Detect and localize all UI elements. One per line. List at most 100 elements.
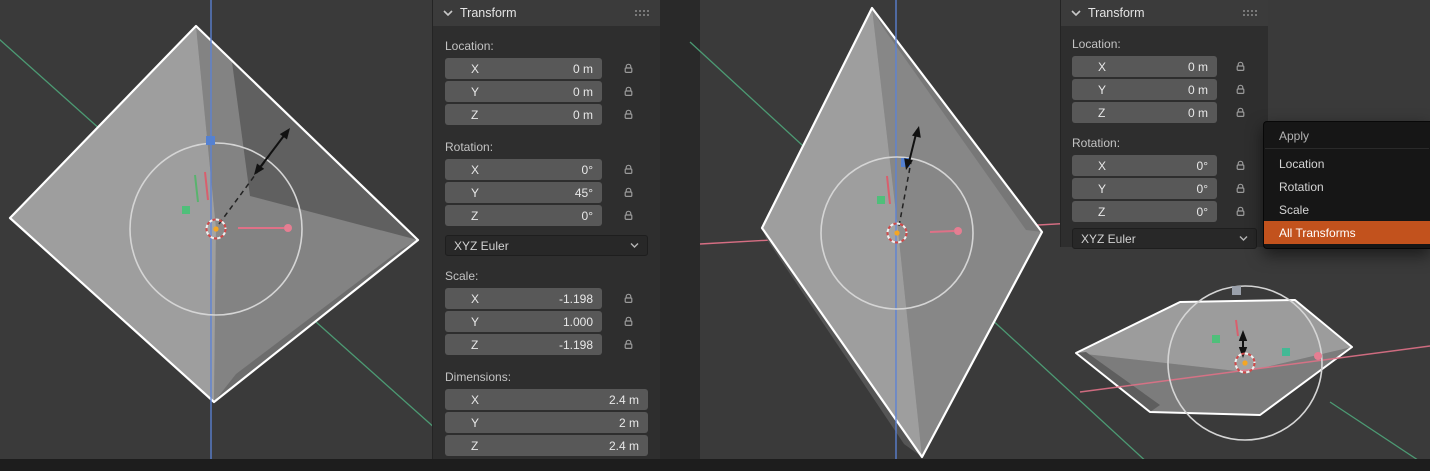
field-dimensions-y[interactable]: Y 2 m [445,412,648,433]
menu-item-rotation[interactable]: Rotation [1264,175,1430,198]
field-axis-label: X [471,61,480,76]
lock-icon[interactable] [623,288,634,309]
field-scale-y[interactable]: Y 1.000 [445,311,602,332]
field-value: 1.000 [562,314,593,329]
lock-icon[interactable] [1235,178,1246,199]
lock-icon[interactable] [623,58,634,79]
field-dimensions-z[interactable]: Z 2.4 m [445,435,648,456]
section-label-dimensions: Dimensions: [445,370,512,384]
object-origin[interactable] [1234,352,1256,374]
plane-gizmo-handle[interactable] [1282,348,1290,356]
field-axis-label: Z [471,107,479,122]
field-rotation-z[interactable]: Z 0° [445,205,602,226]
field-rotation-x[interactable]: X 0° [445,159,602,180]
field-location-z[interactable]: Z 0 m [1072,102,1217,123]
transform-panel-header[interactable]: Transform [1061,0,1268,26]
chevron-down-icon [630,243,639,248]
lock-icon[interactable] [1235,155,1246,176]
x-axis-gizmo-handle[interactable] [284,224,292,232]
field-value: 0° [1196,204,1208,219]
section-label-rotation: Rotation: [445,140,494,154]
y-plane-gizmo-handle[interactable] [182,206,190,214]
field-value: 2.4 m [608,392,639,407]
field-axis-label: Y [471,84,480,99]
dimensions-fields: X 2.4 m Y 2 m Z 2.4 m [445,389,648,458]
field-location-y[interactable]: Y 0 m [445,81,602,102]
section-label-scale: Scale: [445,269,479,283]
field-value: 45° [574,185,593,200]
editor-gap [660,0,700,471]
transform-panel-left: Transform Location: X 0 m Y 0 m Z 0 m Ro… [432,0,660,471]
x-axis-gizmo-handle[interactable] [1314,352,1322,360]
field-value: 0° [581,208,593,223]
z-axis-gizmo-handle[interactable] [1232,286,1241,295]
chevron-down-icon [1239,236,1248,241]
field-scale-x[interactable]: X -1.198 [445,288,602,309]
field-value: 0 m [1187,59,1208,74]
x-axis-gizmo-handle[interactable] [954,227,962,235]
transform-panel-header[interactable]: Transform [433,0,660,26]
panel-title: Transform [460,6,517,20]
field-location-x[interactable]: X 0 m [1072,56,1217,77]
field-location-z[interactable]: Z 0 m [445,104,602,125]
menu-item-scale[interactable]: Scale [1264,198,1430,221]
field-location-y[interactable]: Y 0 m [1072,79,1217,100]
field-axis-label: Y [1098,181,1107,196]
object-origin[interactable] [205,218,227,240]
z-axis-gizmo-handle[interactable] [206,136,215,145]
field-axis-label: X [1098,158,1107,173]
panel-body: Location: X 0 m Y 0 m Z 0 m Rotation: X … [1061,37,1268,249]
field-value: -1.198 [558,291,593,306]
object-origin[interactable] [886,222,908,244]
section-label-location: Location: [1072,37,1121,51]
chevron-down-icon [443,10,453,16]
rotation-mode-dropdown[interactable]: XYZ Euler [445,235,648,256]
lock-icon[interactable] [623,205,634,226]
lock-icon[interactable] [1235,56,1246,77]
field-value: 0° [1196,181,1208,196]
field-axis-label: X [471,291,480,306]
field-value: 0° [1196,158,1208,173]
field-location-x[interactable]: X 0 m [445,58,602,79]
lock-icon[interactable] [1235,102,1246,123]
rotation-mode-value: XYZ Euler [454,238,509,253]
y-plane-gizmo-handle[interactable] [877,196,885,204]
location-fields: X 0 m Y 0 m Z 0 m [1072,56,1257,125]
grip-handle-icon[interactable] [1242,9,1258,17]
field-axis-label: Z [1098,204,1106,219]
field-dimensions-x[interactable]: X 2.4 m [445,389,648,410]
field-value: 2.4 m [608,438,639,453]
status-bar-strip [0,459,1430,471]
location-fields: X 0 m Y 0 m Z 0 m [445,58,648,127]
rotation-fields: X 0° Y 0° Z 0° [1072,155,1257,224]
lock-icon[interactable] [623,334,634,355]
section-label-location: Location: [445,39,494,53]
field-scale-z[interactable]: Z -1.198 [445,334,602,355]
lock-icon[interactable] [623,311,634,332]
grip-handle-icon[interactable] [634,9,650,17]
field-rotation-y[interactable]: Y 0° [1072,178,1217,199]
lock-icon[interactable] [623,81,634,102]
lock-icon[interactable] [623,104,634,125]
rotation-mode-dropdown[interactable]: XYZ Euler [1072,228,1257,249]
menu-item-all-transforms[interactable]: All Transforms [1264,221,1430,244]
lock-icon[interactable] [623,159,634,180]
menu-item-location[interactable]: Location [1264,152,1430,175]
field-axis-label: Z [471,208,479,223]
rotation-mode-value: XYZ Euler [1081,231,1136,246]
lock-icon[interactable] [1235,201,1246,222]
field-axis-label: Z [471,438,479,453]
menu-separator [1265,148,1429,149]
lock-icon[interactable] [1235,79,1246,100]
y-plane-gizmo-handle[interactable] [1212,335,1220,343]
field-axis-label: Y [471,415,480,430]
blender-workspace: Transform Location: X 0 m Y 0 m Z 0 m Ro… [0,0,1430,471]
field-rotation-y[interactable]: Y 45° [445,182,602,203]
field-value: 2 m [618,415,639,430]
transform-panel-right: Transform Location: X 0 m Y 0 m Z 0 m Ro… [1060,0,1268,249]
field-value: 0 m [572,84,593,99]
field-axis-label: X [471,162,480,177]
lock-icon[interactable] [623,182,634,203]
field-rotation-z[interactable]: Z 0° [1072,201,1217,222]
field-rotation-x[interactable]: X 0° [1072,155,1217,176]
